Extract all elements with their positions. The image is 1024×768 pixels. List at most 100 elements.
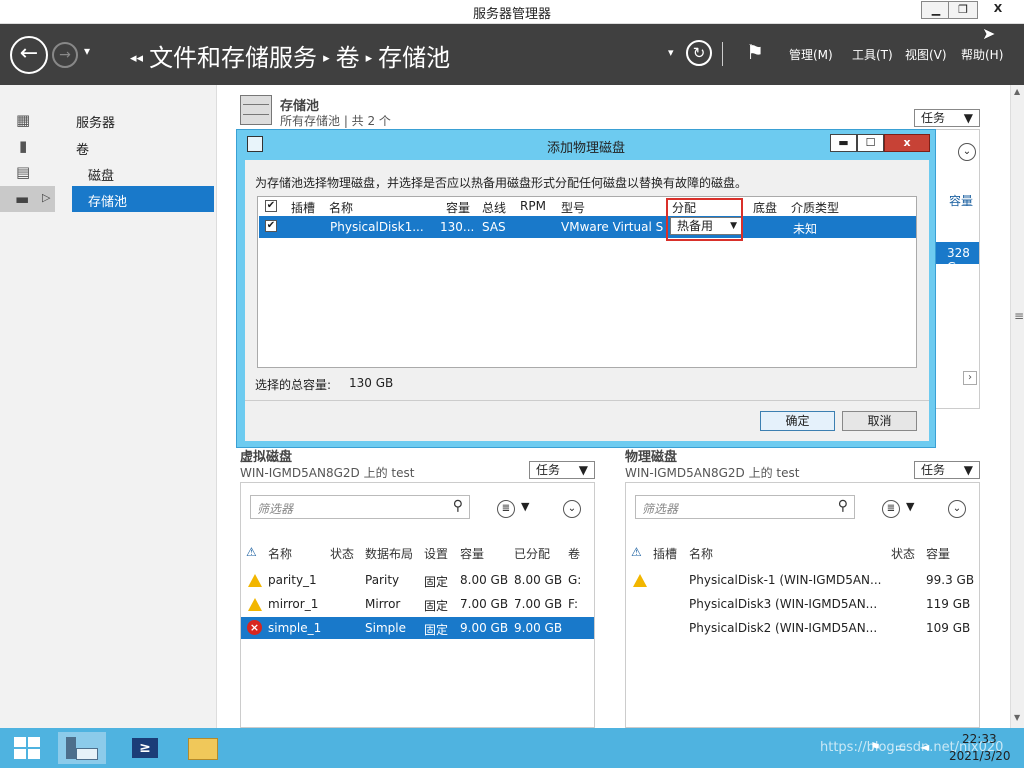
pool-tasks-button[interactable]: 任务 ▼ bbox=[914, 109, 980, 127]
pdisk-col-capacity[interactable]: 容量 bbox=[926, 545, 950, 562]
vdisk-col-layout[interactable]: 数据布局 bbox=[365, 545, 413, 562]
menu-help[interactable]: 帮助(H) bbox=[961, 46, 1003, 63]
local-server-icon[interactable]: ▮ bbox=[19, 137, 27, 155]
nav-item-storage-pools[interactable]: 存储池 bbox=[72, 186, 214, 212]
vdisk-tasks-button[interactable]: 任务 ▼ bbox=[529, 461, 595, 479]
powershell-taskbar-icon[interactable]: ≥ bbox=[124, 732, 168, 764]
pdisk-tasks-button[interactable]: 任务 ▼ bbox=[914, 461, 980, 479]
breadcrumb-pools[interactable]: 存储池 bbox=[378, 44, 450, 72]
clock-date[interactable]: 2021/3/20 bbox=[949, 749, 1011, 763]
pdisk-col-name[interactable]: 名称 bbox=[689, 545, 713, 562]
all-servers-icon[interactable]: ▤ bbox=[16, 163, 30, 181]
restore-button[interactable]: ❐ bbox=[948, 1, 978, 19]
vdisk-col-volume[interactable]: 卷 bbox=[568, 545, 580, 562]
dashboard-icon[interactable]: ▦ bbox=[16, 111, 30, 129]
scroll-grip-icon[interactable]: ≡ bbox=[1014, 309, 1024, 323]
list-view-icon[interactable]: ≣ bbox=[882, 500, 900, 518]
pdisk-name: PhysicalDisk3 (WIN-IGMD5AN... bbox=[689, 597, 878, 611]
table-row[interactable]: mirror_1 Mirror 固定 7.00 GB 7.00 GB F: bbox=[241, 593, 594, 615]
error-icon: × bbox=[247, 620, 262, 635]
vdisk-capacity: 9.00 GB bbox=[460, 621, 509, 635]
vdisk-col-status[interactable]: 状态 bbox=[330, 545, 354, 562]
table-row[interactable]: PhysicalDisk3 (WIN-IGMD5AN... 119 GB bbox=[626, 593, 979, 615]
volume-tray-icon[interactable]: ◄ bbox=[920, 740, 929, 754]
disk-row-checkbox[interactable]: ✔ bbox=[265, 220, 277, 232]
grid-col-capacity[interactable]: 容量 bbox=[446, 199, 470, 216]
view-dropdown-icon[interactable]: ▼ bbox=[906, 500, 914, 513]
clock-time[interactable]: 22:33 bbox=[962, 732, 997, 746]
dialog-maximize-button[interactable]: ☐ bbox=[857, 134, 884, 152]
tasks-label: 任务 bbox=[536, 463, 561, 477]
nav-item-servers[interactable]: 服务器 bbox=[76, 112, 115, 131]
pdisk-section-subtitle: WIN-IGMD5AN8G2D 上的 test bbox=[625, 466, 800, 480]
table-row[interactable]: PhysicalDisk-1 (WIN-IGMD5AN... 99.3 GB bbox=[626, 569, 979, 591]
grid-col-bus[interactable]: 总线 bbox=[482, 199, 506, 216]
grid-col-media-type[interactable]: 介质类型 bbox=[791, 199, 839, 216]
vdisk-col-setting[interactable]: 设置 bbox=[424, 545, 448, 562]
pdisk-col-status[interactable]: 状态 bbox=[891, 545, 915, 562]
breadcrumb-files[interactable]: 文件和存储服务 bbox=[149, 44, 317, 72]
nav-item-disks[interactable]: 磁盘 bbox=[88, 165, 114, 184]
file-storage-nav[interactable]: ▬ ▷ bbox=[0, 186, 55, 212]
breadcrumb-back-icon[interactable]: ◂◂ bbox=[130, 51, 143, 66]
ok-button[interactable]: 确定 bbox=[760, 411, 835, 431]
collapse-icon[interactable]: ⌄ bbox=[563, 500, 581, 518]
select-all-checkbox[interactable]: ✔ bbox=[265, 200, 277, 212]
breadcrumb-volumes[interactable]: 卷 bbox=[336, 44, 360, 72]
flag-icon[interactable]: ⚑ bbox=[746, 40, 764, 64]
grid-col-chassis[interactable]: 底盘 bbox=[753, 199, 777, 216]
highlight-box bbox=[666, 198, 743, 241]
scroll-down-icon[interactable]: ▼ bbox=[1014, 713, 1020, 722]
scroll-up-icon[interactable]: ▲ bbox=[1014, 87, 1020, 96]
nav-item-volumes[interactable]: 卷 bbox=[76, 139, 89, 158]
pdisk-col-slot[interactable]: 插槽 bbox=[653, 545, 677, 562]
vertical-scrollbar[interactable]: ▲ ≡ ▼ bbox=[1010, 85, 1024, 728]
view-dropdown-icon[interactable]: ▼ bbox=[521, 500, 529, 513]
search-icon[interactable]: ⚲ bbox=[453, 498, 463, 514]
sub-navigation: 服务器 卷 磁盘 存储池 bbox=[55, 85, 217, 728]
scroll-right-icon[interactable]: › bbox=[963, 371, 977, 385]
storage-pool-icon bbox=[240, 95, 272, 125]
back-icon[interactable]: ← bbox=[10, 36, 48, 74]
vdisk-filter-input[interactable]: 筛选器 ⚲ bbox=[250, 495, 470, 519]
grid-col-model[interactable]: 型号 bbox=[561, 199, 585, 216]
pdisk-section-title: 物理磁盘 bbox=[625, 450, 678, 465]
history-dropdown-icon[interactable]: ▾ bbox=[84, 44, 90, 58]
table-row[interactable]: PhysicalDisk2 (WIN-IGMD5AN... 109 GB bbox=[626, 617, 979, 639]
network-tray-icon[interactable]: ▭ bbox=[895, 740, 906, 754]
minimize-button[interactable]: ▁ bbox=[921, 1, 951, 19]
pool-selected-row[interactable]: 328 G bbox=[935, 242, 979, 274]
grid-col-name[interactable]: 名称 bbox=[329, 199, 353, 216]
vdisk-col-capacity[interactable]: 容量 bbox=[460, 545, 484, 562]
dropdown-icon[interactable]: ▾ bbox=[668, 46, 674, 59]
list-view-icon[interactable]: ≣ bbox=[497, 500, 515, 518]
menu-manage[interactable]: 管理(M) bbox=[789, 46, 833, 63]
grid-col-slot[interactable]: 插槽 bbox=[291, 199, 315, 216]
vdisk-col-name[interactable]: 名称 bbox=[268, 545, 292, 562]
grid-col-rpm[interactable]: RPM bbox=[520, 199, 546, 213]
pdisk-name: PhysicalDisk-1 (WIN-IGMD5AN... bbox=[689, 573, 882, 587]
warning-col-icon[interactable]: ⚠ bbox=[631, 545, 642, 559]
forward-icon[interactable]: → bbox=[52, 42, 78, 68]
dialog-minimize-button[interactable]: ▬ bbox=[830, 134, 857, 152]
flag-tray-icon[interactable]: ⚑ bbox=[870, 740, 881, 754]
refresh-icon[interactable]: ↻ bbox=[686, 40, 712, 66]
table-row[interactable]: parity_1 Parity 固定 8.00 GB 8.00 GB G: bbox=[241, 569, 594, 591]
server-manager-taskbar-icon[interactable] bbox=[58, 732, 106, 764]
vdisk-col-allocated[interactable]: 已分配 bbox=[514, 545, 550, 562]
filter-placeholder: 筛选器 bbox=[257, 502, 294, 516]
collapse-icon[interactable]: ⌄ bbox=[948, 500, 966, 518]
disk-name: PhysicalDisk1... bbox=[330, 220, 424, 234]
dialog-close-button[interactable]: x bbox=[884, 134, 930, 152]
menu-tools[interactable]: 工具(T) bbox=[852, 46, 893, 63]
search-icon[interactable]: ⚲ bbox=[838, 498, 848, 514]
warning-col-icon[interactable]: ⚠ bbox=[246, 545, 257, 559]
menu-view[interactable]: 视图(V) bbox=[905, 46, 947, 63]
cancel-button[interactable]: 取消 bbox=[842, 411, 917, 431]
collapse-icon[interactable]: ⌄ bbox=[958, 143, 976, 161]
close-button[interactable]: X bbox=[978, 1, 1018, 19]
table-row-selected[interactable]: × simple_1 Simple 固定 9.00 GB 9.00 GB bbox=[241, 617, 594, 639]
file-explorer-taskbar-icon[interactable] bbox=[182, 732, 226, 764]
pdisk-filter-input[interactable]: 筛选器 ⚲ bbox=[635, 495, 855, 519]
start-button[interactable] bbox=[6, 732, 50, 764]
